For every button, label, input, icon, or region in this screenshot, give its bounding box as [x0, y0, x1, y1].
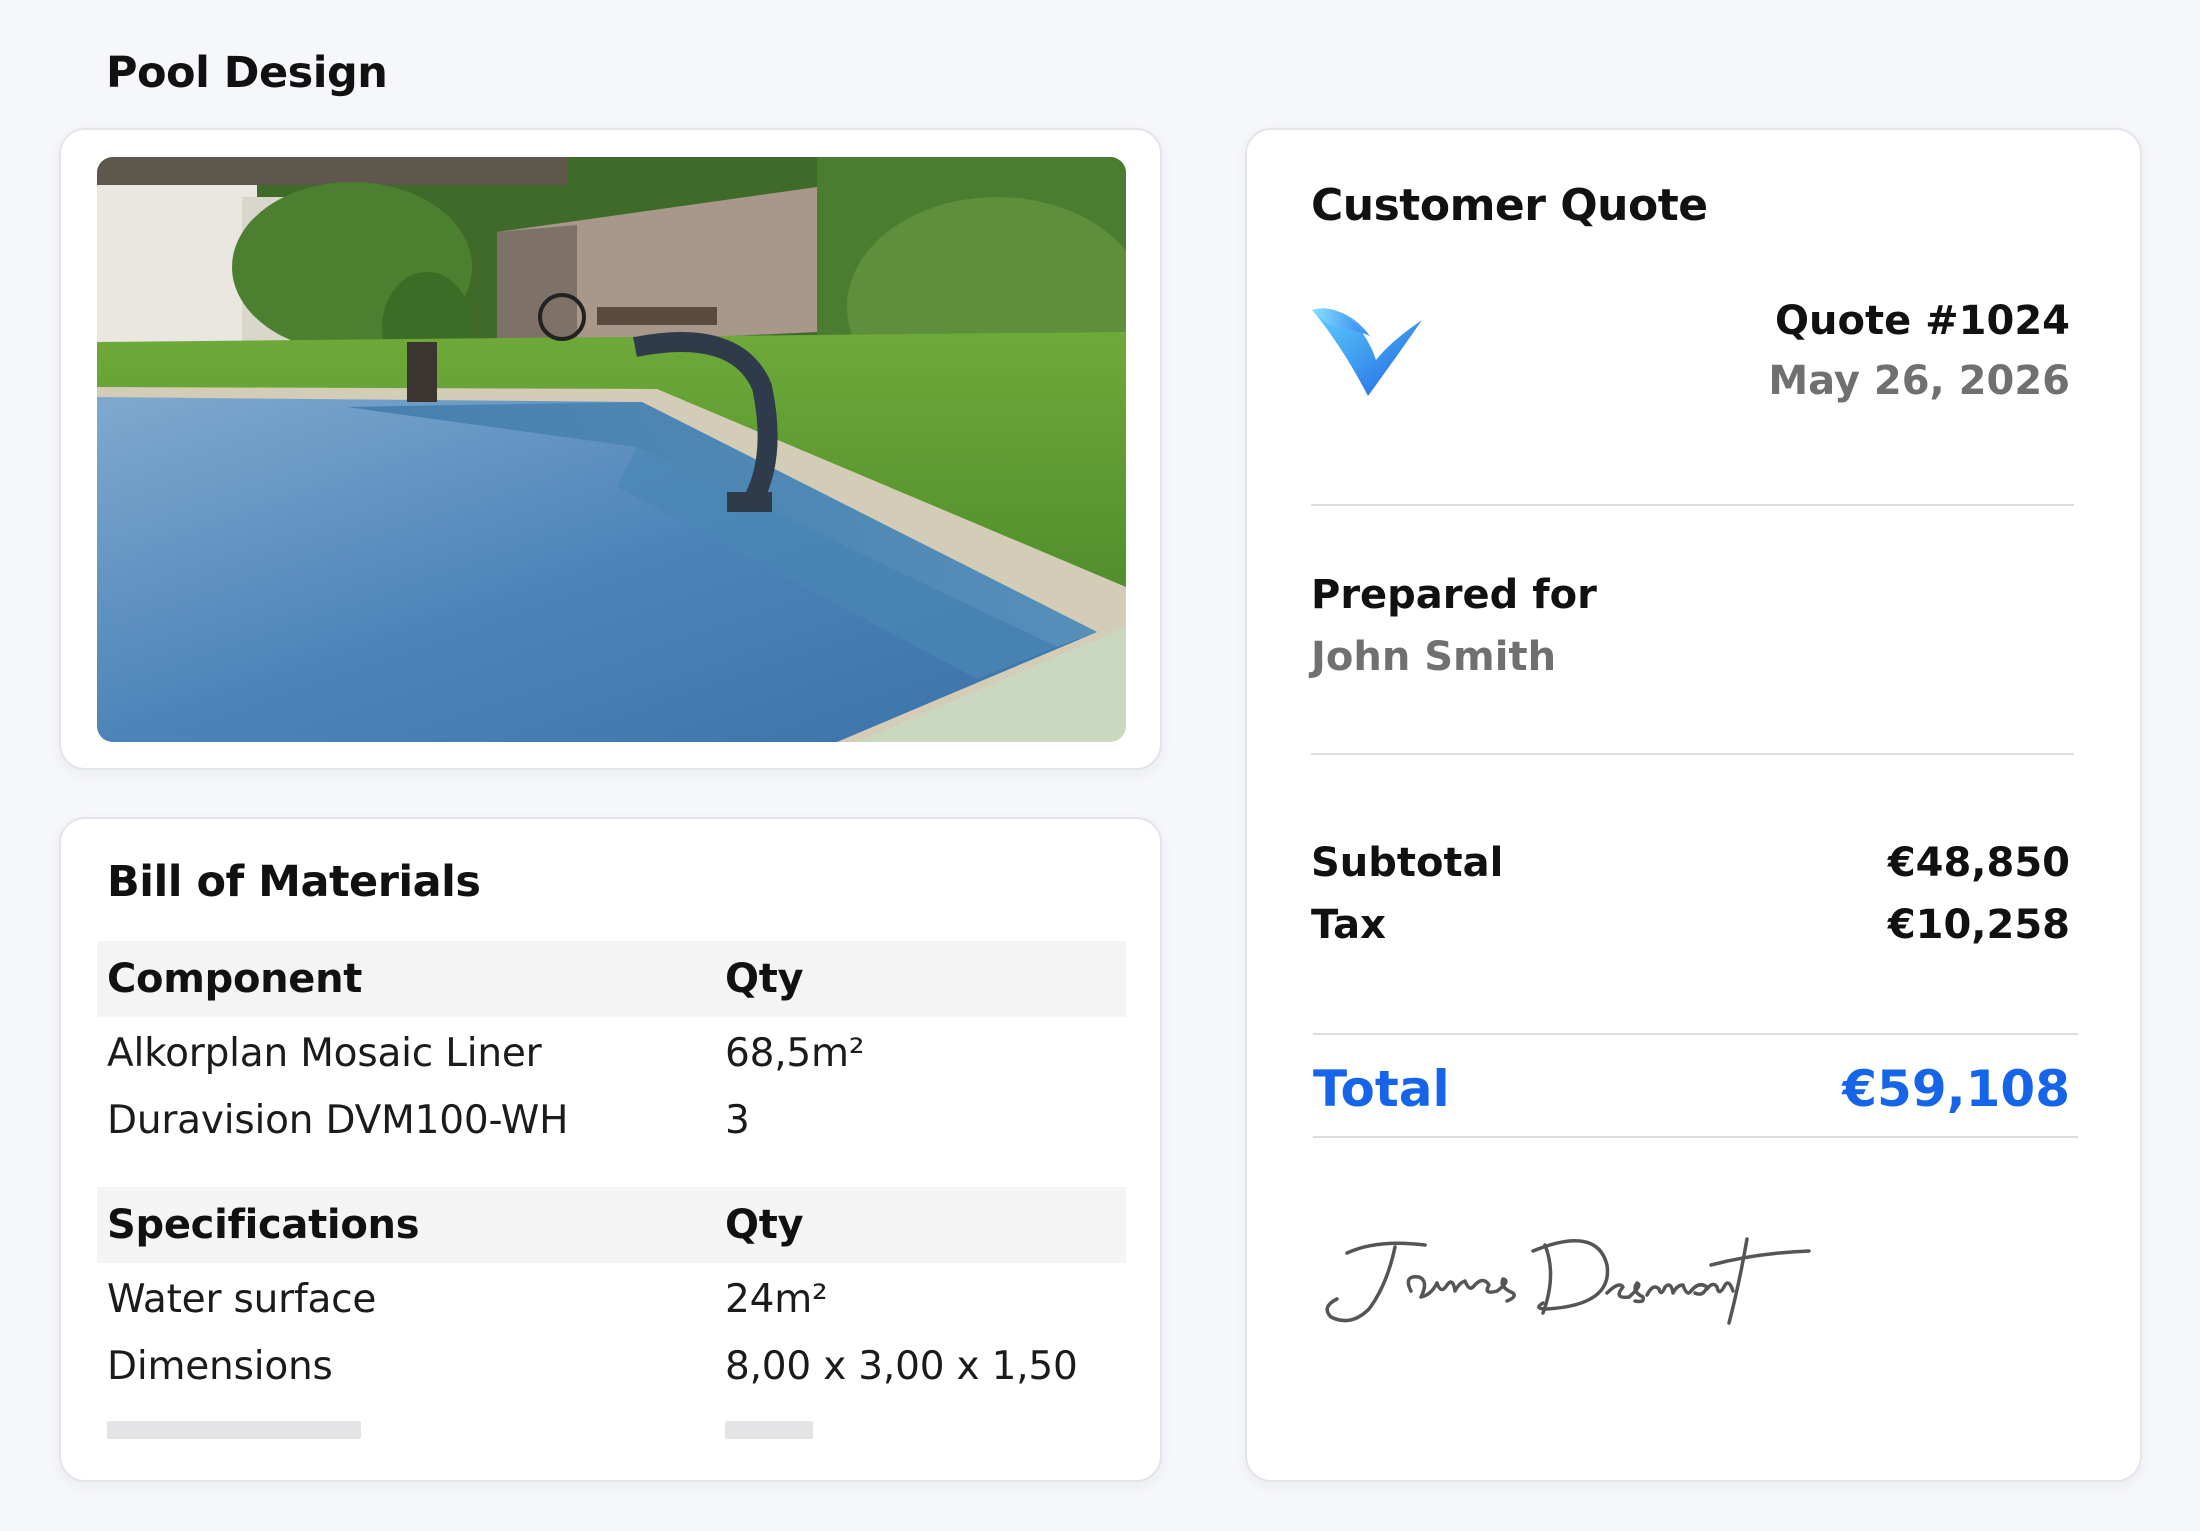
quote-date: May 26, 2026	[1768, 358, 2070, 404]
table-row-spec-name: Water surface	[107, 1277, 377, 1322]
divider	[1313, 1033, 2078, 1035]
table-row-component-qty: 3	[725, 1098, 750, 1143]
checkmark-wave-logo-icon	[1312, 308, 1422, 396]
components-table-header: Component Qty	[97, 941, 1126, 1017]
pool-photo-card	[59, 128, 1162, 770]
divider	[1311, 753, 2074, 755]
signature-image	[1325, 1237, 1811, 1325]
divider	[1313, 1136, 2078, 1138]
prepared-for-label: Prepared for	[1311, 572, 1597, 618]
pool-design-title: Pool Design	[106, 48, 388, 98]
total-label: Total	[1313, 1060, 1450, 1118]
table-row-spec-qty: 8,00 x 3,00 x 1,50	[725, 1344, 1078, 1389]
component-column-header: Component	[107, 956, 363, 1002]
total-value: €59,108	[1842, 1060, 2070, 1118]
table-row-spec-name: Dimensions	[107, 1344, 333, 1389]
qty-column-header: Qty	[725, 1202, 804, 1248]
table-row-spec-qty: 24m²	[725, 1277, 828, 1322]
qty-column-header: Qty	[725, 956, 804, 1002]
skeleton-placeholder	[107, 1421, 361, 1439]
skeleton-placeholder	[725, 1421, 813, 1439]
specifications-table-header: Specifications Qty	[97, 1187, 1126, 1263]
subtotal-label: Subtotal	[1311, 840, 1504, 886]
table-row-component-name: Duravision DVM100-WH	[107, 1098, 569, 1143]
table-row-component-qty: 68,5m²	[725, 1031, 865, 1076]
pool-photo	[97, 157, 1126, 742]
page: Pool Design Bill of Materials Component …	[0, 0, 2200, 1531]
tax-label: Tax	[1311, 902, 1386, 948]
bom-title: Bill of Materials	[107, 857, 481, 907]
customer-quote-card: Customer Quote Quote #1024 May 26, 2026 …	[1245, 128, 2142, 1482]
subtotal-value: €48,850	[1887, 840, 2070, 886]
tax-value: €10,258	[1887, 902, 2070, 948]
bill-of-materials-card: Bill of Materials Component Qty Alkorpla…	[59, 817, 1162, 1482]
specifications-column-header: Specifications	[107, 1202, 420, 1248]
customer-name: John Smith	[1311, 634, 1557, 680]
table-row-component-name: Alkorplan Mosaic Liner	[107, 1031, 542, 1076]
divider	[1311, 504, 2074, 506]
quote-number: Quote #1024	[1775, 298, 2070, 344]
quote-title: Customer Quote	[1311, 180, 1708, 231]
